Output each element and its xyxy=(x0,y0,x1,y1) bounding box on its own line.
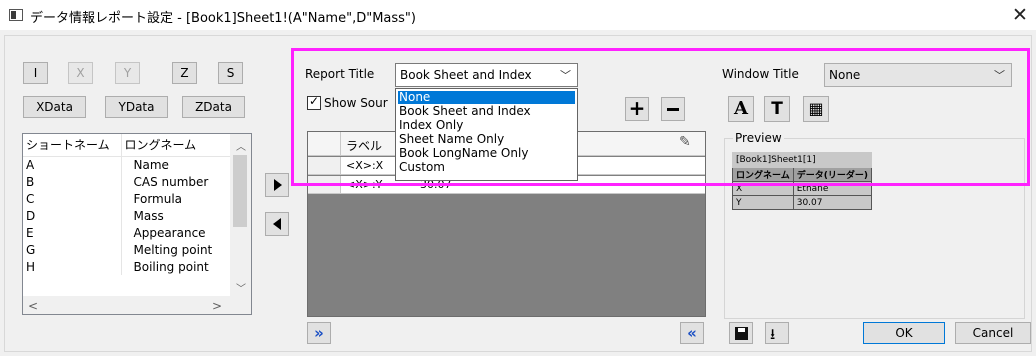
ydata-button[interactable]: YData xyxy=(105,96,168,118)
download-icon: ⭳ xyxy=(770,325,776,343)
scroll-up-icon[interactable]: ︿ xyxy=(236,138,246,153)
highlight-box xyxy=(291,48,1030,186)
load-button[interactable]: ⭳ xyxy=(765,322,789,344)
list-item[interactable]: A Name xyxy=(23,156,231,173)
xdata-button[interactable]: XData xyxy=(23,96,86,118)
list-item[interactable]: B CAS number xyxy=(23,173,231,190)
save-icon xyxy=(735,327,748,340)
close-icon[interactable]: ✕ xyxy=(1008,2,1032,28)
remove-column-button[interactable] xyxy=(265,212,289,236)
list-scroll-thumb[interactable] xyxy=(233,155,247,227)
axis-x-button[interactable]: X xyxy=(68,62,93,84)
scroll-left-icon[interactable]: < xyxy=(28,299,38,313)
cancel-button[interactable]: Cancel xyxy=(955,322,1031,344)
short-name-header[interactable]: ショートネーム xyxy=(23,134,122,157)
list-item[interactable]: C Formula xyxy=(23,190,231,207)
scroll-down-icon[interactable]: ﹀ xyxy=(236,280,246,295)
preview-cell: 30.07 xyxy=(792,195,872,210)
preview-cell: Y xyxy=(732,195,794,210)
axis-y-button[interactable]: Y xyxy=(115,62,140,84)
save-button[interactable] xyxy=(729,322,753,344)
zdata-button[interactable]: ZData xyxy=(182,96,245,118)
add-column-button[interactable] xyxy=(265,173,289,197)
arrow-left-icon xyxy=(273,218,281,230)
axis-s-button[interactable]: S xyxy=(218,62,243,84)
list-item[interactable]: H Boiling point xyxy=(23,258,231,275)
arrow-right-icon xyxy=(274,179,282,191)
column-list[interactable]: ショートネーム ロングネーム A Name B CAS number C Formul… xyxy=(22,133,252,315)
axis-z-button[interactable]: Z xyxy=(172,62,197,84)
app-icon xyxy=(9,9,23,21)
ok-button[interactable]: OK xyxy=(863,322,945,344)
list-item[interactable]: D Mass xyxy=(23,207,231,224)
long-name-header[interactable]: ロングネーム xyxy=(121,134,231,157)
scroll-right-icon[interactable]: > xyxy=(212,299,222,313)
window-title: データ情報レポート設定 - [Book1]Sheet1!(A"Name",D"M… xyxy=(30,11,416,26)
list-item[interactable]: G Melting point xyxy=(23,241,231,258)
axis-i-button[interactable]: I xyxy=(23,62,48,84)
expand-left-button[interactable]: « xyxy=(680,322,704,344)
expand-right-button[interactable]: » xyxy=(307,322,331,344)
list-item[interactable]: E Appearance xyxy=(23,224,231,241)
